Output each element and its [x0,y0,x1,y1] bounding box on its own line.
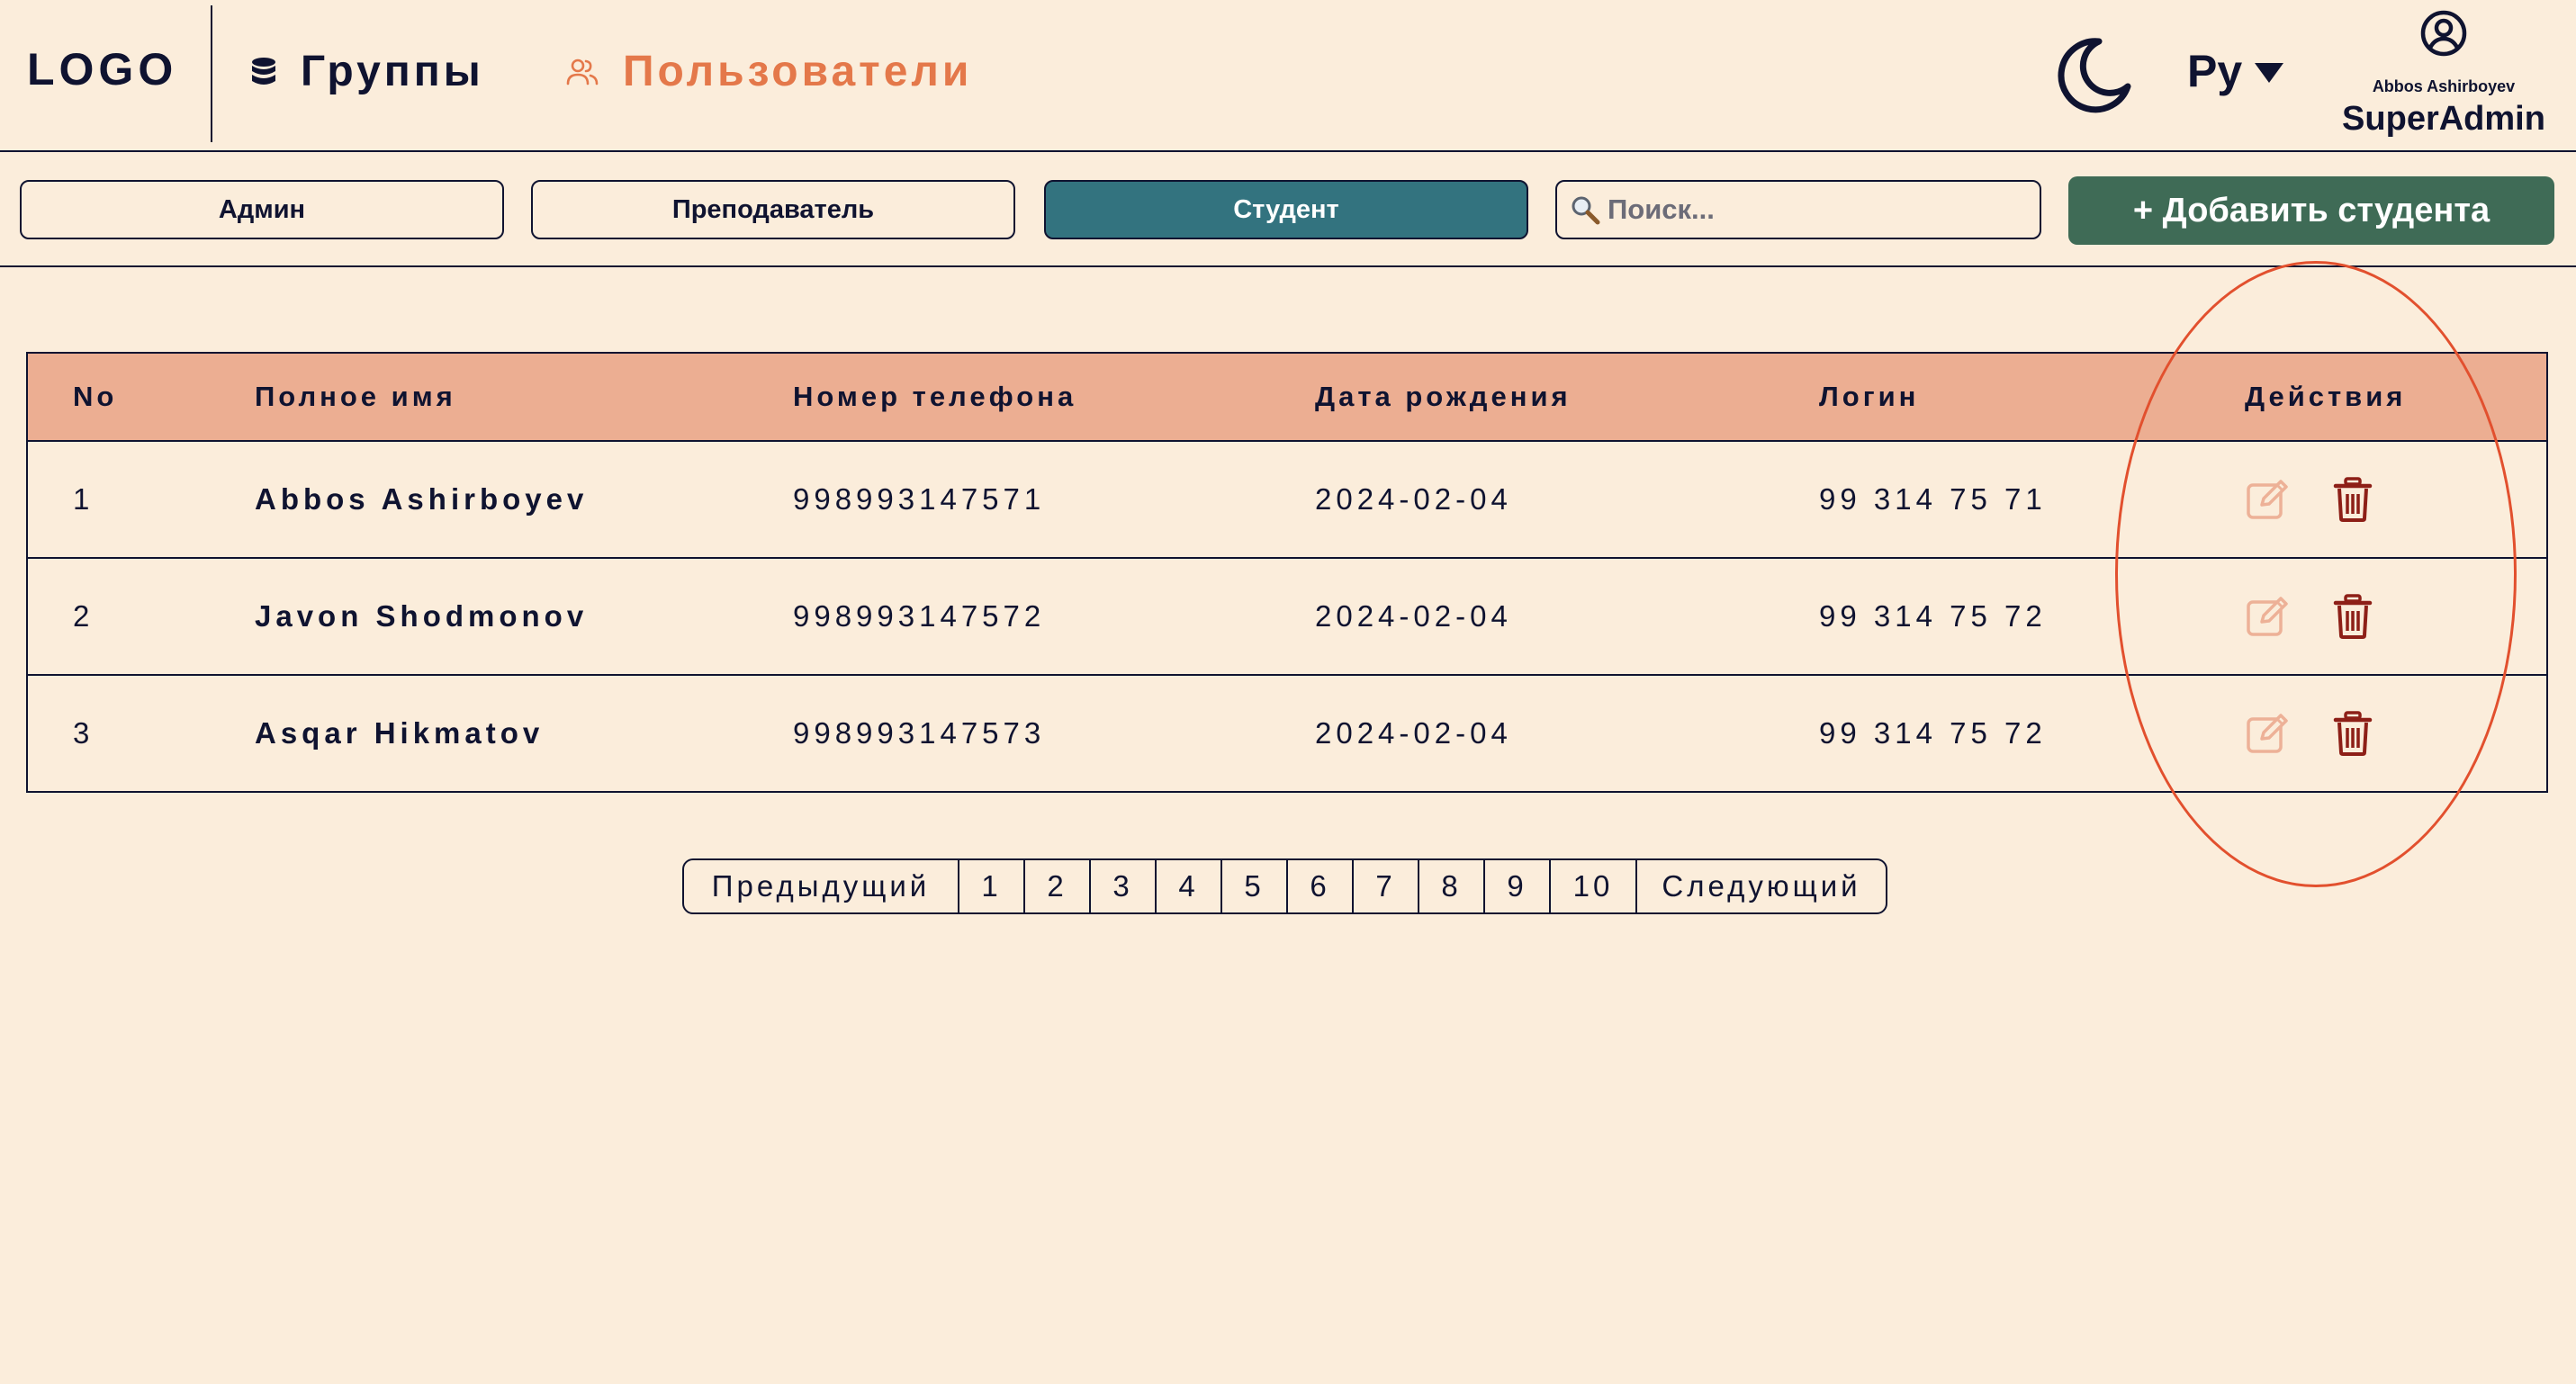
page-button-7[interactable]: 7 [1352,860,1418,912]
user-profile[interactable]: Abbos Ashirboyev SuperAdmin [2331,9,2556,139]
page-button-5[interactable]: 5 [1220,860,1286,912]
tab-student[interactable]: Студент [1044,180,1528,239]
cell-login: 99 314 75 72 [1819,716,2047,750]
language-label: Ру [2187,46,2243,96]
cell-birth-date: 2024-02-04 [1315,716,1512,750]
header-actions: Действия [2245,381,2407,412]
page-button-4[interactable]: 4 [1155,860,1220,912]
toolbar: Админ Преподаватель Студент + Добавить с… [0,152,2576,267]
table-header-row: No Полное имя Номер телефона Дата рожден… [28,354,2546,440]
logo[interactable]: LOGO [27,43,177,95]
page-button-6[interactable]: 6 [1286,860,1352,912]
edit-icon[interactable] [2244,475,2292,524]
user-name: Abbos Ashirboyev [2372,77,2516,95]
trash-icon[interactable] [2328,475,2377,524]
search-icon [1572,196,1600,225]
cell-full-name: Asqar Hikmatov [255,716,545,750]
top-header: LOGO Группы Пользователи Ру Abbos Ashirb… [0,0,2576,152]
header-divider [211,5,212,142]
search-input[interactable] [1606,193,2032,227]
trash-icon[interactable] [2328,592,2377,641]
header-login: Логин [1819,381,1920,412]
cell-no: 2 [73,599,95,633]
user-circle-icon [2420,10,2467,57]
page-button-10[interactable]: 10 [1549,860,1635,912]
cell-phone: 998993147573 [793,716,1046,750]
cell-birth-date: 2024-02-04 [1315,599,1512,633]
cell-actions [2244,442,2413,557]
cell-login: 99 314 75 71 [1819,482,2047,516]
moon-icon [2058,38,2131,113]
pagination: Предыдущий 1 2 3 4 5 6 7 8 9 10 Следующи… [682,858,1887,914]
tab-teacher[interactable]: Преподаватель [531,180,1015,239]
header-phone: Номер телефона [793,381,1077,412]
search-box[interactable] [1555,180,2041,239]
cell-full-name: Javon Shodmonov [255,599,589,633]
theme-toggle-button[interactable] [2054,34,2133,113]
page-button-9[interactable]: 9 [1483,860,1549,912]
page-button-1[interactable]: 1 [958,860,1023,912]
header-birth-date: Дата рождения [1315,381,1572,412]
caret-down-icon [2255,63,2284,83]
nav-item-groups[interactable]: Группы [250,47,484,96]
cell-no: 1 [73,482,95,516]
user-role: SuperAdmin [2342,100,2545,138]
users-icon [565,58,599,86]
table-row: 2 Javon Shodmonov 998993147572 2024-02-0… [28,557,2546,674]
cell-phone: 998993147571 [793,482,1046,516]
add-student-button[interactable]: + Добавить студента [2068,176,2554,245]
nav-label-groups: Группы [301,48,484,95]
cell-login: 99 314 75 72 [1819,599,2047,633]
nav-label-users: Пользователи [623,48,973,95]
previous-page-button[interactable]: Предыдущий [684,860,958,912]
edit-icon[interactable] [2244,592,2292,641]
table-row: 1 Abbos Ashirboyev 998993147571 2024-02-… [28,440,2546,557]
cell-actions [2244,559,2413,674]
cell-full-name: Abbos Ashirboyev [255,482,589,516]
cell-phone: 998993147572 [793,599,1046,633]
page-button-8[interactable]: 8 [1418,860,1483,912]
cell-birth-date: 2024-02-04 [1315,482,1512,516]
header-full-name: Полное имя [255,381,456,412]
language-selector[interactable]: Ру [2187,45,2284,97]
tab-admin[interactable]: Админ [20,180,504,239]
nav-item-users[interactable]: Пользователи [565,47,972,96]
page-button-2[interactable]: 2 [1023,860,1089,912]
cell-no: 3 [73,716,95,750]
students-table: No Полное имя Номер телефона Дата рожден… [26,352,2548,793]
database-icon [250,57,277,87]
cell-actions [2244,676,2413,791]
table-row: 3 Asqar Hikmatov 998993147573 2024-02-04… [28,674,2546,791]
header-no: No [73,381,118,412]
page-button-3[interactable]: 3 [1089,860,1155,912]
edit-icon[interactable] [2244,709,2292,758]
trash-icon[interactable] [2328,709,2377,758]
next-page-button[interactable]: Следующий [1635,860,1886,912]
